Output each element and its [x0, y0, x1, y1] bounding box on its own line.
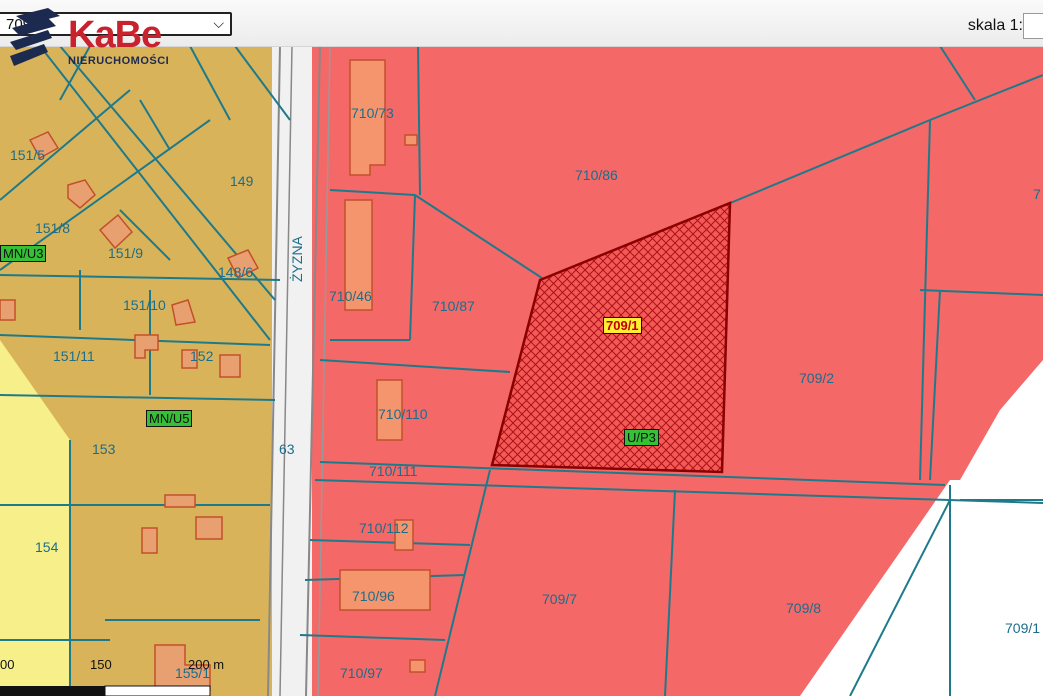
scale-input[interactable] — [1023, 13, 1043, 39]
chevron-down-icon[interactable]: ⌵ — [213, 15, 224, 32]
logo-tagline: NIERUCHOMOŚCI — [68, 55, 170, 67]
parcel-label: 152 — [190, 348, 214, 364]
parcel-label: 151/10 — [123, 297, 166, 313]
parcel-label: 153 — [92, 441, 116, 457]
parcel-label: 151/8 — [35, 220, 71, 236]
parcel-label: 710/97 — [340, 665, 383, 681]
parcel-label: 709/1 — [1005, 620, 1041, 636]
map-canvas[interactable] — [0, 0, 1043, 696]
selected-parcel-tag[interactable]: 709/1 — [603, 317, 642, 334]
parcel-label: 709/2 — [799, 370, 835, 386]
parcel-label: 7 — [1033, 186, 1041, 202]
parcel-label: 151/9 — [108, 245, 144, 261]
parcel-label: 154 — [35, 539, 59, 555]
parcel-label: 148/6 — [218, 264, 254, 280]
parcel-label: 710/46 — [329, 288, 372, 304]
logo-mark-icon — [10, 8, 60, 66]
zone-tag-mn-u3: MN/U3 — [0, 245, 47, 262]
zone-tag-u-p3: U/P3 — [624, 429, 659, 446]
road-number-label: 63 — [279, 441, 295, 457]
parcel-label: 709/8 — [786, 600, 822, 616]
scale-label-right: 200 m — [188, 657, 225, 672]
scale-bar-black — [0, 686, 105, 696]
logo-name: KaBe — [68, 14, 162, 56]
parcel-label: 151/11 — [53, 348, 95, 364]
scale-label: skala 1: — [967, 17, 1023, 34]
scale-bar-white — [104, 685, 211, 696]
parcel-label: 710/96 — [352, 588, 395, 604]
parcel-label: 151/5 — [10, 147, 46, 163]
parcel-label: 710/87 — [432, 298, 475, 314]
parcel-label: 710/112 — [359, 520, 409, 536]
parcel-label: 709/7 — [542, 591, 578, 607]
parcel-label: 710/86 — [575, 167, 618, 183]
zone-tag-mn-u5: MN/U5 — [146, 410, 193, 427]
scale-label-left: 00 — [0, 657, 15, 672]
scale-label-mid: 150 — [90, 657, 112, 672]
parcel-label: 710/110 — [378, 406, 428, 422]
parcel-label: 149 — [230, 173, 254, 189]
parcel-label: 710/111 — [369, 463, 418, 479]
kabe-logo: KaBe NIERUCHOMOŚCI — [8, 8, 198, 72]
road-name-label: ŻYZNA — [289, 236, 305, 282]
parcel-label: 710/73 — [351, 105, 394, 121]
